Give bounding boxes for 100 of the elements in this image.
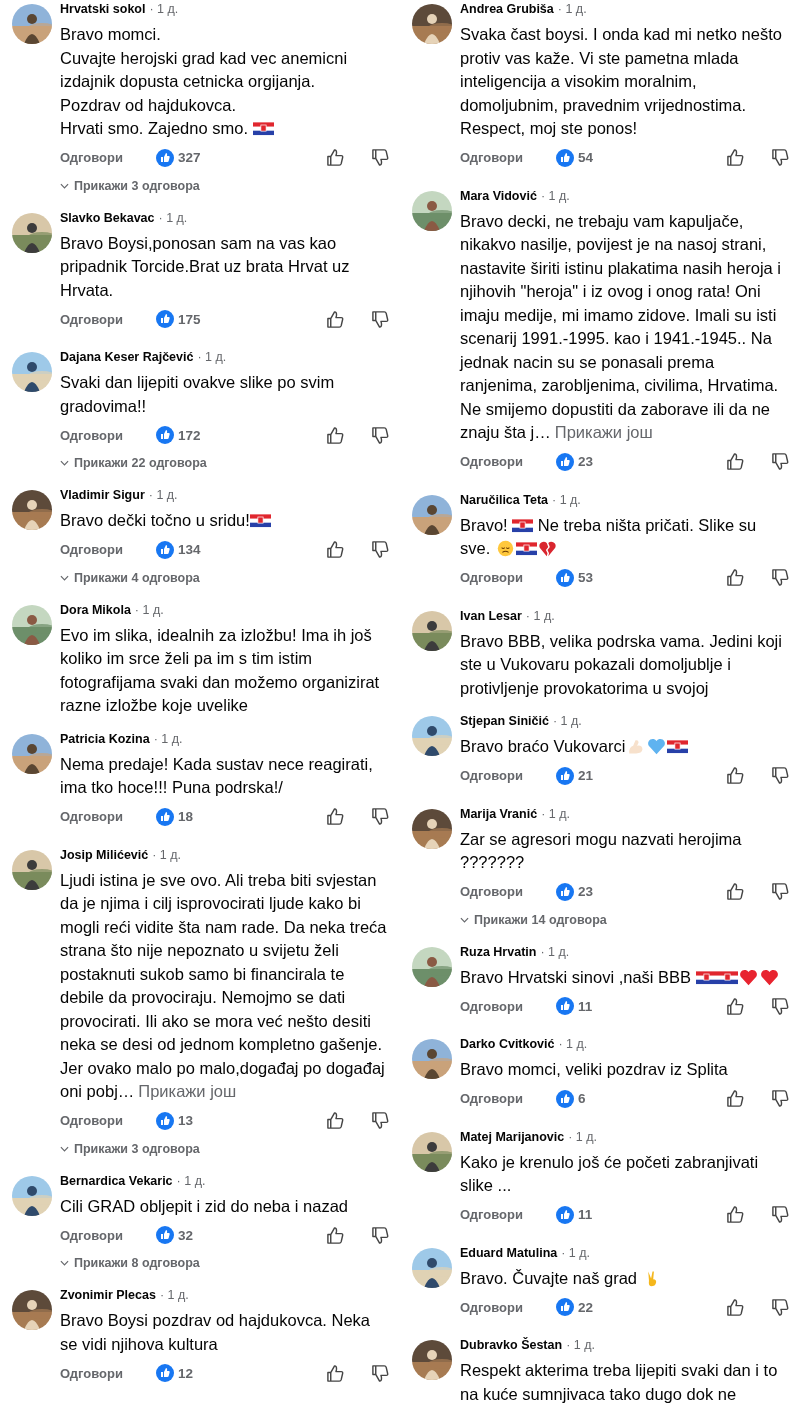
thumbs-up-icon[interactable]: [326, 1225, 345, 1245]
author-name[interactable]: Ruza Hrvatin: [460, 944, 537, 959]
thumbs-up-icon[interactable]: [726, 1089, 745, 1108]
heart-emoji-icon: [646, 738, 668, 755]
reply-button[interactable]: Одговори: [460, 1207, 556, 1222]
comment-text: Bravo Hrvatski sinovi ,naši BBB: [460, 965, 788, 989]
author-name[interactable]: Bernardica Vekaric: [60, 1173, 173, 1188]
thumbs-up-icon[interactable]: [326, 540, 345, 559]
thumbs-up-icon[interactable]: [726, 568, 745, 587]
thumbs-down-icon[interactable]: [371, 807, 390, 826]
thumbs-up-icon[interactable]: [326, 1111, 345, 1130]
author-name[interactable]: Ivan Lesar: [460, 608, 522, 623]
author-name[interactable]: Eduard Matulina: [460, 1245, 558, 1260]
thumbs-down-icon[interactable]: [771, 452, 790, 471]
author-name[interactable]: Marija Vranić: [460, 806, 538, 821]
thumbs-up-icon[interactable]: [326, 425, 345, 445]
like-icon: [556, 997, 574, 1015]
thumbs-up-icon[interactable]: [726, 148, 745, 167]
like-count: 53: [578, 570, 594, 585]
reply-button[interactable]: Одговори: [460, 768, 556, 783]
reply-button[interactable]: Одговори: [460, 150, 556, 165]
reply-button[interactable]: Одговори: [60, 311, 156, 327]
thumbs-up-icon[interactable]: [726, 766, 745, 785]
reply-button[interactable]: Одговори: [460, 454, 556, 469]
show-replies-link[interactable]: Прикажи 14 одговора: [460, 908, 607, 931]
reply-button[interactable]: Одговори: [460, 1299, 556, 1315]
show-replies-link[interactable]: Прикажи 8 одговора: [60, 1252, 200, 1274]
author-name[interactable]: Zvonimir Plecas: [60, 1288, 156, 1302]
thumbs-up-icon[interactable]: [726, 1297, 745, 1317]
thumbs-up-icon[interactable]: [326, 807, 345, 826]
thumbs-down-icon[interactable]: [371, 540, 390, 559]
reply-button[interactable]: Одговори: [60, 1365, 156, 1381]
show-replies-link[interactable]: Прикажи 3 одговора: [60, 1137, 200, 1160]
chevron-down-icon: [60, 1260, 69, 1266]
comment-time: · 1 д.: [557, 2, 587, 16]
author-name[interactable]: Dajana Keser Rajčević: [60, 350, 194, 364]
comment-text: Bravo momci, veliki pozdrav iz Splita: [460, 1059, 729, 1080]
author-name[interactable]: Stjepan Siničić: [460, 714, 549, 728]
like-icon: [156, 1364, 174, 1382]
reply-button[interactable]: Одговори: [460, 884, 556, 899]
like-icon: [556, 452, 574, 471]
like-count: 23: [578, 454, 594, 469]
chevron-down-icon: [60, 574, 69, 581]
author-name[interactable]: Mara Vidović: [460, 188, 537, 203]
show-replies-link[interactable]: Прикажи 4 одговора: [60, 566, 200, 589]
comment-time: · 1 д.: [558, 1037, 588, 1051]
reply-button[interactable]: Одговори: [60, 1113, 156, 1128]
comment-time: · 1 д.: [153, 731, 183, 746]
author-name[interactable]: Andrea Grubiša: [460, 2, 554, 16]
comment-text: Nema predaje! Kada sustav nece reagirati, ima tko hoce!!! Puna podrska!/: [60, 753, 374, 798]
author-name[interactable]: Vladimir Sigur: [60, 488, 145, 502]
author-name[interactable]: Slavko Bekavac: [60, 210, 155, 225]
like-count: 172: [178, 427, 201, 443]
thumbs-down-icon[interactable]: [371, 309, 390, 329]
show-more-link[interactable]: Прикажи још: [138, 1082, 237, 1100]
thumbs-down-icon[interactable]: [371, 1363, 390, 1383]
show-replies-link[interactable]: Прикажи 22 одговора: [60, 452, 207, 474]
like-icon: [156, 310, 174, 328]
like-icon: [556, 1298, 574, 1316]
author-name[interactable]: Dora Mikola: [60, 602, 131, 617]
author-name[interactable]: Dubravko Šestan: [460, 1338, 563, 1352]
thumbs-up-icon[interactable]: [726, 882, 745, 901]
author-name[interactable]: Patricia Kozina: [60, 731, 150, 746]
reply-button[interactable]: Одговори: [60, 1227, 156, 1243]
thumbs-down-icon[interactable]: [771, 1205, 790, 1224]
author-name[interactable]: Naručilica Teta: [460, 492, 548, 507]
reply-button[interactable]: Одговори: [60, 542, 156, 557]
thumbs-down-icon[interactable]: [771, 1089, 790, 1108]
thumbs-down-icon[interactable]: [371, 148, 390, 167]
reply-button[interactable]: Одговори: [460, 570, 556, 585]
thumbs-down-icon[interactable]: [771, 148, 790, 167]
reply-button[interactable]: Одговори: [60, 150, 156, 165]
thumbs-down-icon[interactable]: [771, 568, 790, 587]
thumbs-up-icon[interactable]: [726, 996, 745, 1016]
thumbs-up-icon[interactable]: [326, 1363, 345, 1383]
thumbs-up-icon[interactable]: [326, 309, 345, 329]
show-replies-link[interactable]: Прикажи 3 одговора: [60, 174, 200, 197]
author-name[interactable]: Josip Milićević: [60, 847, 149, 862]
thumbs-down-icon[interactable]: [771, 882, 790, 901]
thumbs-down-icon[interactable]: [371, 1225, 390, 1245]
reply-button[interactable]: Одговори: [60, 809, 156, 824]
reply-button[interactable]: Одговори: [460, 998, 556, 1014]
thumbs-down-icon[interactable]: [771, 996, 790, 1016]
like-count: 23: [578, 884, 594, 899]
like-count: 21: [578, 768, 594, 783]
author-name[interactable]: Darko Cvitković: [460, 1037, 555, 1051]
like-count: 12: [178, 1365, 194, 1381]
thumbs-up-icon[interactable]: [726, 452, 745, 471]
thumbs-down-icon[interactable]: [771, 1297, 790, 1317]
thumbs-down-icon[interactable]: [371, 1111, 390, 1130]
author-name[interactable]: Hrvatski sokol: [60, 2, 146, 16]
show-more-link[interactable]: Прикажи још: [554, 423, 653, 441]
thumbs-down-icon[interactable]: [371, 425, 390, 445]
thumbs-up-icon[interactable]: [326, 148, 345, 167]
thumbs-down-icon[interactable]: [771, 766, 790, 785]
author-name[interactable]: Matej Marijanovic: [460, 1129, 565, 1144]
reply-button[interactable]: Одговори: [460, 1091, 556, 1106]
like-icon: [156, 148, 174, 167]
reply-button[interactable]: Одговори: [60, 427, 156, 443]
thumbs-up-icon[interactable]: [726, 1205, 745, 1224]
